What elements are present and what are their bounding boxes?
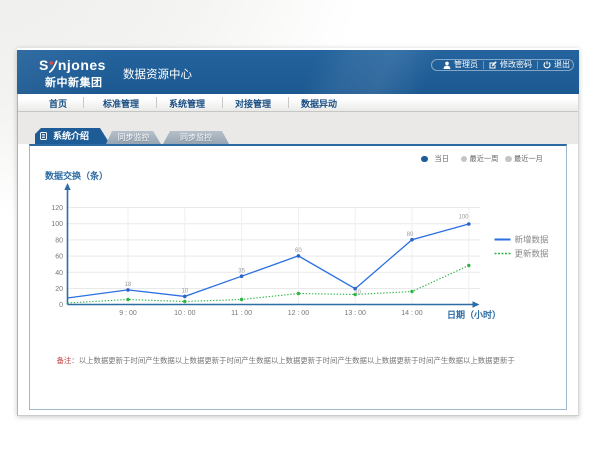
svg-text:9 : 00: 9 : 00 (119, 310, 137, 317)
svg-text:18: 18 (124, 282, 131, 288)
svg-text:80: 80 (55, 237, 63, 244)
svg-text:20: 20 (55, 286, 63, 293)
svg-text:35: 35 (238, 269, 245, 275)
svg-text:新增数据: 新增数据 (514, 235, 549, 245)
svg-text:更新数据: 更新数据 (514, 249, 549, 259)
svg-text:数据交换（条）: 数据交换（条） (45, 170, 108, 181)
svg-text:100: 100 (51, 221, 63, 228)
svg-text:60: 60 (55, 254, 63, 261)
svg-text:13 : 00: 13 : 00 (344, 310, 366, 317)
svg-text:14 : 00: 14 : 00 (401, 310, 423, 317)
svg-text:0: 0 (59, 302, 63, 309)
svg-text:100: 100 (458, 215, 469, 221)
svg-text:11 : 00: 11 : 00 (231, 310, 252, 317)
svg-text:60: 60 (295, 248, 302, 254)
svg-text:12 : 00: 12 : 00 (287, 310, 309, 317)
svg-text:10 : 00: 10 : 00 (174, 310, 196, 317)
svg-text:10: 10 (354, 290, 361, 296)
svg-text:40: 40 (55, 270, 63, 277)
svg-text:日期（小时）: 日期（小时） (447, 309, 501, 320)
svg-text:80: 80 (406, 232, 413, 238)
svg-text:120: 120 (51, 205, 63, 212)
svg-text:10: 10 (181, 289, 188, 295)
